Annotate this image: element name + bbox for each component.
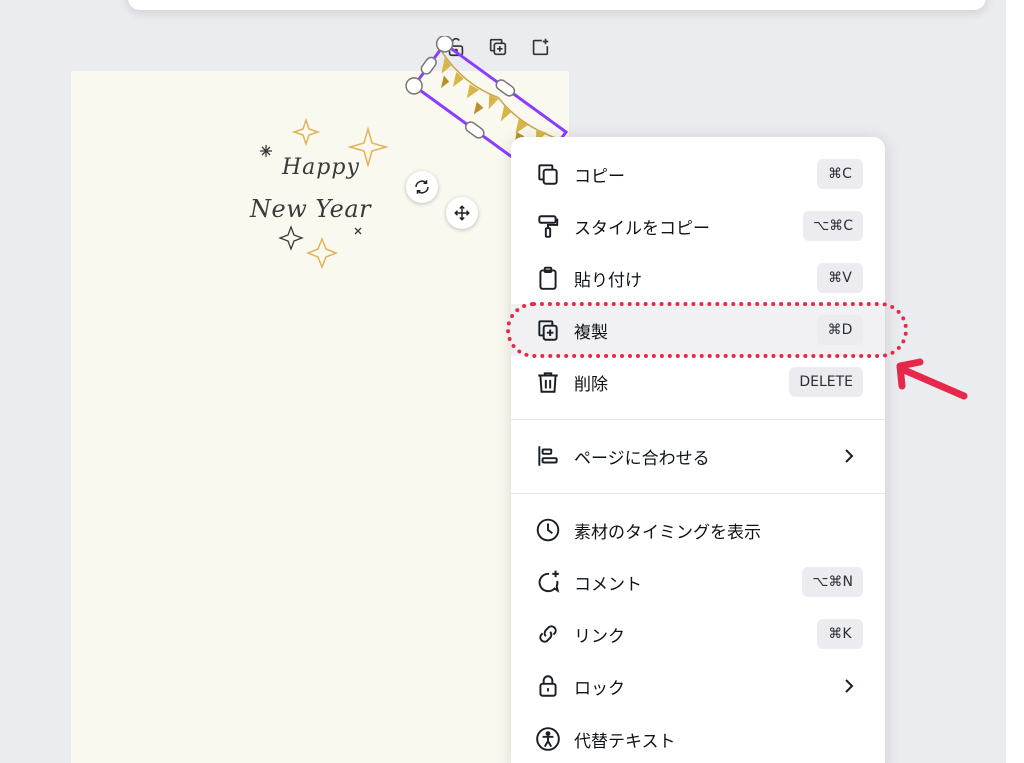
greeting-line-1: Happy: [282, 155, 360, 180]
shortcut-badge: ⌘C: [817, 159, 863, 189]
rotate-icon: [415, 180, 429, 194]
comment-icon: [535, 569, 561, 595]
menu-item-label: ロック: [574, 678, 625, 699]
right-panel-edge: [1006, 0, 1024, 763]
menu-item-label: ページに合わせる: [574, 448, 710, 469]
menu-item-copy-style[interactable]: スタイルをコピー ⌥⌘C: [511, 200, 885, 252]
context-menu: コピー ⌘C スタイルをコピー ⌥⌘C 貼り付け ⌘V 複製 ⌘D 削除 DEL…: [511, 137, 885, 763]
menu-item-label: 削除: [574, 374, 608, 395]
menu-item-paste[interactable]: 貼り付け ⌘V: [511, 252, 885, 304]
shortcut-badge: ⌥⌘N: [802, 567, 863, 597]
menu-item-label: スタイルをコピー: [574, 218, 710, 239]
menu-item-label: リンク: [574, 626, 625, 647]
menu-item-label: 素材のタイミングを表示: [574, 522, 761, 543]
shortcut-badge: DELETE: [789, 367, 863, 397]
happy-new-year-graphic[interactable]: Happy New Year: [248, 115, 398, 275]
trash-icon: [535, 369, 561, 395]
top-toolbar: [128, 0, 986, 10]
move-handle[interactable]: [446, 197, 478, 229]
menu-divider: [511, 419, 885, 420]
chevron-right-icon: [845, 679, 854, 693]
menu-item-comment[interactable]: コメント ⌥⌘N: [511, 556, 885, 608]
copy-icon: [535, 161, 561, 187]
menu-item-lock[interactable]: ロック: [511, 660, 885, 712]
shortcut-badge: ⌘V: [817, 263, 863, 293]
align-icon: [535, 443, 561, 469]
menu-item-show-timing[interactable]: 素材のタイミングを表示: [511, 504, 885, 556]
menu-item-label: コメント: [574, 574, 642, 595]
menu-item-delete[interactable]: 削除 DELETE: [511, 356, 885, 408]
clipboard-icon: [535, 265, 561, 291]
shortcut-badge: ⌘K: [817, 619, 863, 649]
lock-icon: [535, 673, 561, 699]
menu-item-alt-text[interactable]: 代替テキスト: [511, 713, 885, 763]
menu-item-label: コピー: [574, 166, 625, 187]
shortcut-badge: ⌥⌘C: [803, 211, 863, 241]
menu-item-link[interactable]: リンク ⌘K: [511, 608, 885, 660]
menu-item-label: 代替テキスト: [574, 731, 676, 752]
paint-roller-icon: [535, 213, 561, 239]
annotation-dotted-highlight: [506, 302, 908, 358]
menu-divider: [511, 493, 885, 494]
menu-item-label: 貼り付け: [574, 270, 642, 291]
rotate-handle[interactable]: [406, 171, 438, 203]
annotation-arrow-icon: [896, 358, 968, 400]
menu-item-align-to-page[interactable]: ページに合わせる: [511, 430, 885, 482]
move-icon: [454, 205, 470, 221]
chevron-right-icon: [845, 449, 854, 463]
menu-item-copy[interactable]: コピー ⌘C: [511, 148, 885, 200]
accessibility-icon: [535, 726, 561, 752]
link-icon: [535, 621, 561, 647]
clock-icon: [535, 517, 561, 543]
greeting-line-2: New Year: [250, 195, 372, 223]
